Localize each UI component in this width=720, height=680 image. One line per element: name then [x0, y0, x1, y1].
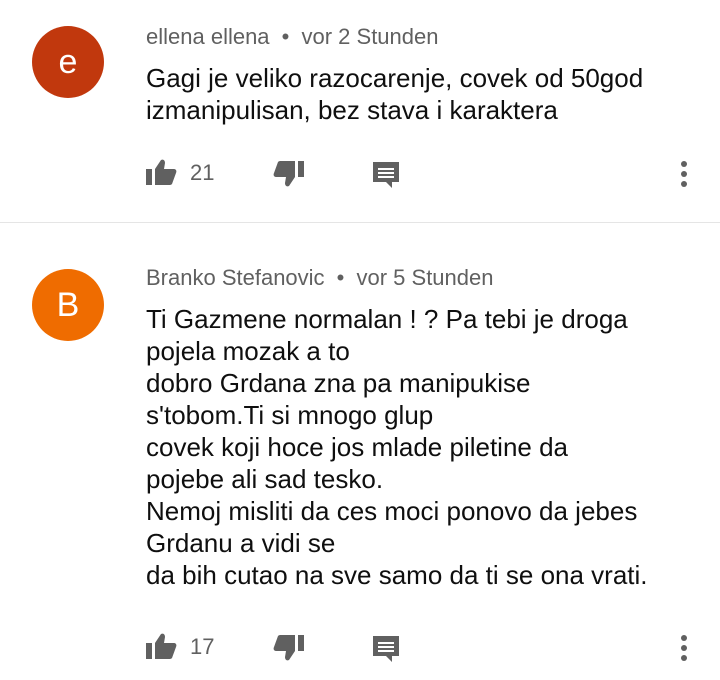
comment-line: Ti Gazmene normalan ! ? Pa tebi je droga	[146, 304, 628, 334]
like-count: 17	[190, 634, 215, 659]
avatar-letter: B	[56, 285, 80, 324]
meta-separator: •	[281, 24, 290, 49]
more-vert-icon[interactable]	[670, 158, 698, 190]
comment-time[interactable]: vor 5 Stunden	[357, 265, 494, 290]
comment-line: dobro Grdana zna pa manipukise	[146, 368, 531, 398]
author-name[interactable]: Branko Stefanovic	[146, 265, 325, 290]
comment-line: pojebe ali sad tesko.	[146, 464, 384, 494]
comment-reply-icon[interactable]	[372, 634, 400, 664]
avatar[interactable]: e	[32, 26, 104, 98]
comment-line: izmanipulisan, bez stava i karaktera	[146, 95, 558, 125]
thumb-up-icon[interactable]	[144, 156, 178, 188]
comment-line: da bih cutao na sve samo da ti se ona vr…	[146, 560, 648, 590]
comment-line: Nemoj misliti da ces moci ponovo da jebe…	[146, 496, 638, 526]
comment-actions: 17	[0, 626, 720, 666]
comment-meta: Branko Stefanovic • vor 5 Stunden	[146, 265, 493, 291]
comment-line: Gagi je veliko razocarenje, covek od 50g…	[146, 63, 644, 93]
thumb-up-icon[interactable]	[144, 630, 178, 662]
avatar-letter: e	[58, 42, 78, 81]
comment-reply-icon[interactable]	[372, 160, 400, 190]
like-count: 21	[190, 160, 215, 185]
comment-text: Ti Gazmene normalan ! ? Pa tebi je droga…	[146, 303, 706, 591]
comment-line: covek koji hoce jos mlade piletine da	[146, 432, 569, 462]
comment-text: Gagi je veliko razocarenje, covek od 50g…	[146, 62, 706, 126]
comment-line: pojela mozak a to	[146, 336, 350, 366]
thumb-down-icon[interactable]	[272, 158, 306, 190]
more-vert-icon[interactable]	[670, 632, 698, 664]
thumb-down-icon[interactable]	[272, 632, 306, 664]
avatar[interactable]: B	[32, 269, 104, 341]
comment-item: e ellena ellena • vor 2 Stunden Gagi je …	[0, 0, 720, 222]
author-name[interactable]: ellena ellena	[146, 24, 270, 49]
meta-separator: •	[336, 265, 345, 290]
comment-time[interactable]: vor 2 Stunden	[302, 24, 439, 49]
comment-actions: 21	[0, 152, 720, 192]
comment-meta: ellena ellena • vor 2 Stunden	[146, 24, 438, 50]
comment-line: s'tobom.Ti si mnogo glup	[146, 400, 434, 430]
comment-line: Grdanu a vidi se	[146, 528, 336, 558]
comment-item: B Branko Stefanovic • vor 5 Stunden Ti G…	[0, 223, 720, 680]
